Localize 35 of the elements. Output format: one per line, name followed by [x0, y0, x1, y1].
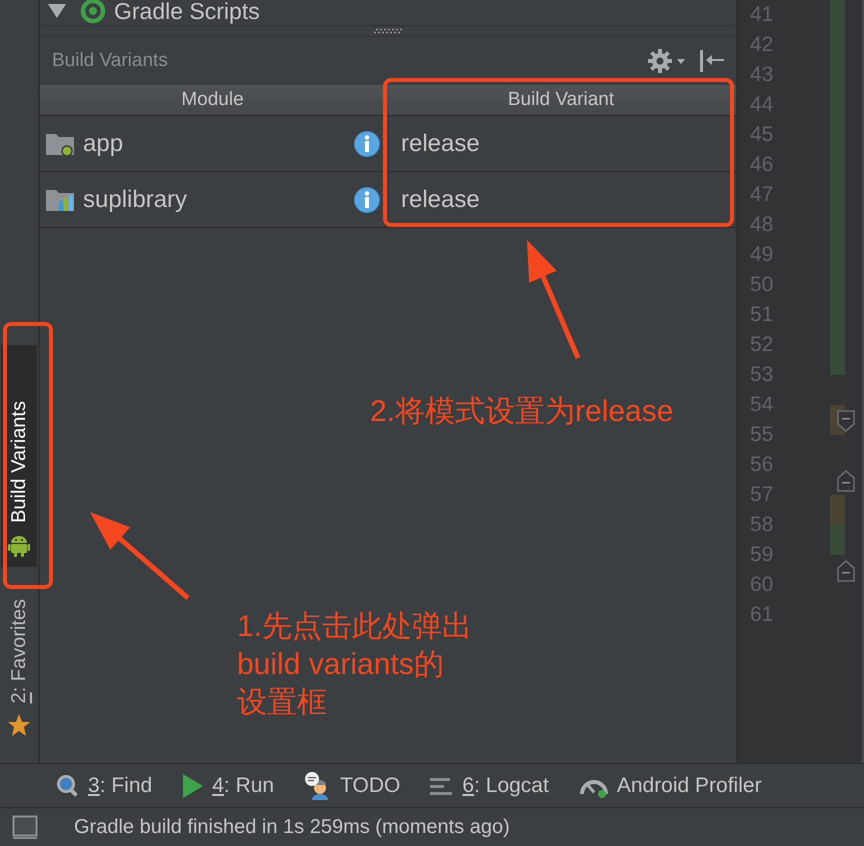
fold-marker-icon[interactable] [837, 470, 855, 492]
run-icon [182, 772, 204, 799]
tool-window-button[interactable]: 6: Logcat [430, 774, 549, 798]
build-variant-cell[interactable]: release [385, 116, 736, 171]
column-header[interactable]: Module [40, 85, 385, 115]
build-variant-cell[interactable]: release [385, 172, 736, 227]
tool-window-button[interactable]: 4: Run [182, 772, 274, 799]
annotation-text: 1.先点击此处弹出 build variants的 设置框 [237, 609, 472, 721]
tree-item-label[interactable]: Gradle Scripts [114, 0, 260, 24]
fold-marker-icon[interactable] [837, 410, 855, 432]
android-icon [8, 533, 30, 557]
module-name: app [83, 130, 124, 158]
log-lines-icon [430, 776, 454, 796]
info-icon[interactable] [353, 186, 381, 214]
panel-toggle-icon[interactable] [12, 815, 38, 840]
settings-icon[interactable] [648, 48, 686, 74]
expand-arrow-icon[interactable] [48, 4, 66, 18]
info-icon[interactable] [353, 130, 381, 158]
module-name: suplibrary [83, 186, 188, 214]
panel-title: Build Variants [52, 50, 169, 72]
splitter-grip-icon[interactable] [373, 28, 403, 34]
tool-window-button[interactable]: Android Profiler [578, 774, 762, 798]
hide-panel-icon[interactable] [698, 48, 726, 74]
gradle-icon [80, 0, 106, 24]
status-message: Gradle build finished in 1s 259ms (moments ago) [74, 816, 510, 839]
search-icon [56, 774, 80, 798]
column-header[interactable]: Build Variant [385, 85, 736, 115]
tool-window-button[interactable]: TODO [304, 772, 400, 800]
side-tab[interactable]: 2: Favorites [1, 589, 37, 748]
tool-window-button[interactable]: 3: Find [56, 774, 152, 798]
star-icon [7, 713, 31, 738]
fold-marker-icon[interactable] [837, 560, 855, 582]
change-marker [830, 495, 845, 525]
change-marker [830, 525, 845, 555]
annotation-text: 2.将模式设置为release [370, 394, 674, 430]
